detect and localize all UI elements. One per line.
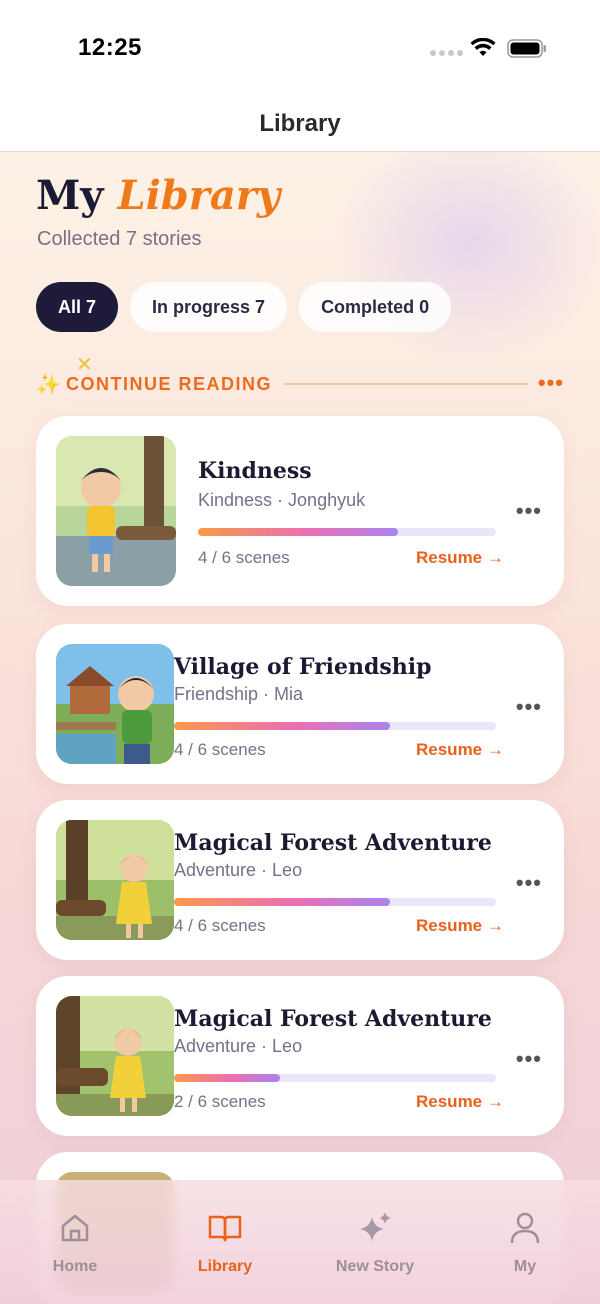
- story-progress-bar: [198, 528, 496, 536]
- resume-button[interactable]: Resume →: [416, 1092, 504, 1112]
- nav-title: Library: [259, 109, 341, 137]
- resume-button[interactable]: Resume →: [416, 740, 504, 760]
- story-scenes: 2 / 6 scenes: [174, 1092, 266, 1111]
- tab-my[interactable]: My: [450, 1210, 600, 1276]
- story-card[interactable]: Village of Friendship Friendship · Mia 4…: [36, 624, 564, 784]
- tab-new-story[interactable]: New Story: [300, 1210, 450, 1276]
- more-options-icon[interactable]: •••: [516, 870, 542, 896]
- story-scenes: 4 / 6 scenes: [174, 916, 266, 935]
- story-title: Kindness: [198, 458, 312, 484]
- story-cover-image: [56, 996, 174, 1116]
- more-options-icon[interactable]: •••: [516, 498, 542, 524]
- page-heading: My Library: [36, 172, 280, 219]
- section-label: CONTINUE READING: [66, 374, 273, 394]
- cellular-signal-icon: [430, 50, 463, 56]
- home-icon: [61, 1214, 89, 1242]
- library-main[interactable]: My Library Collected 7 stories All 7 In …: [0, 152, 600, 1304]
- tab-library-label: Library: [197, 1258, 253, 1275]
- tab-bar: Home Library New Story My: [0, 1180, 600, 1304]
- story-progress-bar: [174, 898, 496, 906]
- status-bar: 12:25: [0, 0, 600, 96]
- more-options-icon[interactable]: •••: [516, 1046, 542, 1072]
- filter-chip-completed[interactable]: Completed 0: [299, 282, 452, 332]
- story-scenes: 4 / 6 scenes: [174, 740, 266, 759]
- story-card[interactable]: Kindness Kindness · Jonghyuk 4 / 6 scene…: [36, 416, 564, 606]
- book-icon: [208, 1215, 242, 1242]
- resume-button[interactable]: Resume →: [416, 548, 504, 568]
- tab-library[interactable]: Library: [150, 1210, 300, 1276]
- more-options-icon[interactable]: •••: [516, 694, 542, 720]
- filter-chip-in-progress[interactable]: In progress 7: [130, 282, 288, 332]
- story-card[interactable]: Magical Forest Adventure Adventure · Leo…: [36, 800, 564, 960]
- section-more-icon[interactable]: •••: [538, 370, 564, 396]
- story-meta: Friendship · Mia: [174, 684, 304, 704]
- tab-home-label: Home: [52, 1258, 98, 1275]
- status-time: 12:25: [78, 34, 142, 61]
- story-progress-bar: [174, 1074, 496, 1082]
- story-cover-image: [56, 820, 174, 940]
- story-meta: Adventure · Leo: [174, 1036, 303, 1056]
- story-title: Village of Friendship: [174, 654, 432, 680]
- tab-my-label: My: [513, 1258, 537, 1275]
- story-scenes: 4 / 6 scenes: [198, 548, 290, 567]
- battery-icon: [507, 39, 546, 58]
- heading-prefix: My: [36, 172, 104, 219]
- nav-header: Library: [0, 96, 600, 152]
- sparkle-icon: [360, 1212, 391, 1241]
- story-title: Magical Forest Adventure: [174, 1006, 492, 1032]
- sparkles-icon: ✨: [36, 374, 61, 396]
- story-progress-fill: [174, 898, 390, 906]
- story-progress-fill: [198, 528, 398, 536]
- filter-chips: All 7 In progress 7 Completed 0: [36, 282, 452, 332]
- filter-chip-all[interactable]: All 7: [36, 282, 119, 332]
- person-icon: [510, 1212, 540, 1244]
- story-cover-image: [56, 644, 174, 764]
- page-subtitle: Collected 7 stories: [37, 228, 202, 250]
- resume-button[interactable]: Resume →: [416, 916, 504, 936]
- section-header: ✕ ✨ CONTINUE READING •••: [36, 354, 564, 402]
- story-meta: Adventure · Leo: [174, 860, 303, 880]
- story-title: Magical Forest Adventure: [174, 830, 492, 856]
- story-meta: Kindness · Jonghyuk: [198, 490, 366, 510]
- wifi-icon: [470, 38, 496, 56]
- story-card[interactable]: Magical Forest Adventure Adventure · Leo…: [36, 976, 564, 1136]
- section-divider: [284, 383, 528, 385]
- heading-accent: Library: [117, 172, 281, 219]
- story-progress-fill: [174, 1074, 281, 1082]
- story-cover-image: [56, 436, 176, 586]
- story-progress-bar: [174, 722, 496, 730]
- story-progress-fill: [174, 722, 390, 730]
- tab-home[interactable]: Home: [0, 1210, 150, 1276]
- tab-new-story-label: New Story: [335, 1258, 415, 1275]
